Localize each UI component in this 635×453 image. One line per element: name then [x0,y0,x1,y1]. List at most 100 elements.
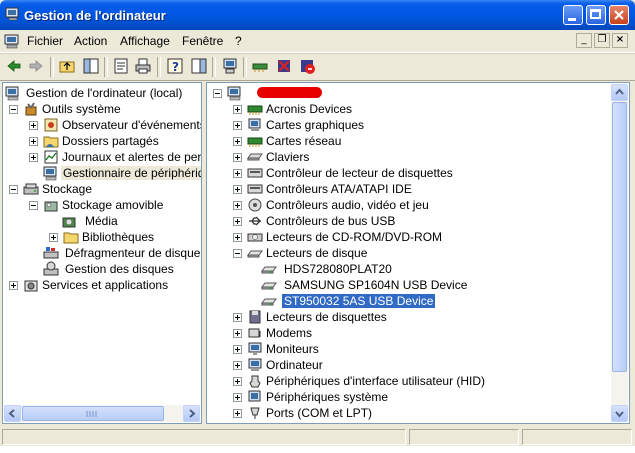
window-title: Gestion de l'ordinateur [24,8,166,23]
device-label: Contrôleurs audio, vidéo et jeu [266,198,429,212]
help-icon[interactable]: ? [166,57,184,75]
expand-icon[interactable] [233,201,242,210]
hard-disk-icon [261,293,277,309]
tree-item-label: Bibliothèques [82,230,155,244]
scroll-thumb[interactable] [612,102,627,372]
device-manager-icon [43,165,59,181]
expand-icon[interactable] [233,361,242,370]
toolbar: ? [0,53,635,81]
expand-icon[interactable] [233,121,242,130]
defragmenter-icon [43,245,59,261]
tree-item-label: Services et applications [42,278,169,292]
svg-text:?: ? [172,60,179,74]
expand-icon[interactable] [233,393,242,402]
tree-horizontal-scrollbar[interactable] [4,405,200,422]
child-close-icon[interactable]: × [612,33,628,48]
window-bottom-edge [0,446,635,453]
expand-icon[interactable] [233,137,242,146]
menu-fichier[interactable]: Fichier [27,34,63,48]
expand-icon[interactable] [9,281,18,290]
show-hide-tree-icon[interactable] [82,57,100,75]
menu-action[interactable]: Action [74,34,107,48]
update-driver-icon[interactable] [251,57,269,75]
device-label: Moniteurs [266,342,319,356]
show-hide-action-pane-icon[interactable] [190,57,208,75]
expand-icon[interactable] [233,409,242,418]
close-button[interactable] [609,5,629,25]
child-minimize-icon[interactable]: _ [576,33,592,48]
expand-icon[interactable] [29,153,38,162]
collapse-icon[interactable] [29,201,38,210]
disk-management-icon [43,261,59,277]
scroll-left-arrow-icon[interactable] [4,405,21,422]
computer-management-icon [5,85,21,101]
services-icon [23,277,39,293]
up-folder-icon[interactable] [58,57,76,75]
toolbar-separator [212,57,216,77]
device-vertical-scrollbar[interactable] [611,84,628,422]
scroll-up-arrow-icon[interactable] [611,84,628,101]
expand-icon[interactable] [233,233,242,242]
scan-hardware-icon[interactable] [221,57,239,75]
device-label: Lecteurs de disque [266,246,368,260]
expand-icon[interactable] [233,105,242,114]
expand-icon[interactable] [233,153,242,162]
menu-affichage[interactable]: Affichage [120,34,170,48]
expand-icon[interactable] [29,137,38,146]
back-icon[interactable] [5,57,23,75]
properties-icon[interactable] [112,57,130,75]
toolbar-separator [157,57,161,77]
device-label: Périphériques d'interface utilisateur (H… [266,374,486,388]
scroll-right-arrow-icon[interactable] [183,405,200,422]
scroll-down-arrow-icon[interactable] [611,405,628,422]
close-icon [610,6,628,24]
hid-icon [247,373,263,389]
uninstall-device-icon[interactable] [298,57,316,75]
system-device-icon [247,389,263,405]
tree-item-label: Gestion des disques [65,262,174,276]
status-cell-2 [409,429,519,445]
menu-fenetre[interactable]: Fenêtre [182,34,223,48]
cdrom-drive-icon [247,229,263,245]
scroll-thumb[interactable] [22,406,164,421]
monitor-icon [247,341,263,357]
device-label: Cartes réseau [266,134,342,148]
console-tree-pane[interactable]: Gestion de l'ordinateur (local) Outils s… [2,82,202,424]
expand-icon[interactable] [233,185,242,194]
minimize-button[interactable] [563,5,583,25]
redacted-computer-name [257,87,322,98]
console-icon[interactable] [4,33,20,49]
expand-icon[interactable] [233,329,242,338]
device-label: Claviers [266,150,310,164]
menu-help[interactable]: ? [235,34,242,48]
expand-icon[interactable] [233,217,242,226]
disable-device-icon[interactable] [275,57,293,75]
title-bar[interactable]: Gestion de l'ordinateur [0,0,635,30]
print-icon[interactable] [134,57,152,75]
expand-icon[interactable] [29,121,38,130]
status-cell-3 [522,429,632,445]
expand-icon[interactable] [233,313,242,322]
expand-icon[interactable] [233,169,242,178]
toolbar-separator [243,57,247,77]
child-restore-icon[interactable]: ❐ [594,33,610,48]
collapse-icon[interactable] [9,105,18,114]
device-label: Ports (COM et LPT) [266,406,373,420]
tree-item-label: Dossiers partagés [62,134,159,148]
toolbar-separator [104,57,108,77]
event-viewer-icon [43,117,59,133]
collapse-icon[interactable] [9,185,18,194]
expand-icon[interactable] [49,233,58,242]
expand-icon[interactable] [233,345,242,354]
modem-icon [247,325,263,341]
ide-controller-icon [247,181,263,197]
maximize-icon [590,9,601,19]
usb-controller-icon [247,213,263,229]
forward-icon[interactable] [27,57,45,75]
device-list-pane[interactable]: Acronis Devices Cartes graphiques Cartes r… [206,82,630,424]
collapse-icon[interactable] [213,89,222,98]
maximize-button[interactable] [586,5,606,25]
collapse-icon[interactable] [233,249,242,258]
device-label: Ordinateur [266,358,323,372]
expand-icon[interactable] [233,377,242,386]
